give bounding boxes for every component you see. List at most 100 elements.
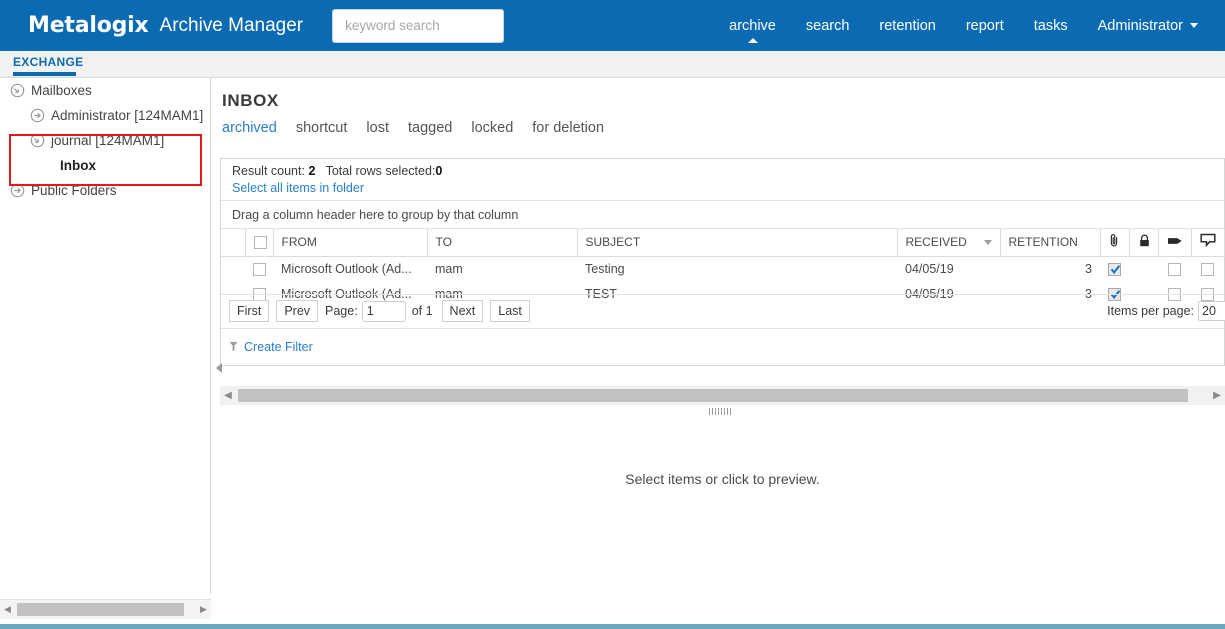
sidebar-scroll-thumb[interactable] bbox=[17, 603, 184, 616]
tab-locked[interactable]: locked bbox=[471, 120, 513, 136]
tab-for-deletion[interactable]: for deletion bbox=[532, 120, 604, 136]
col-subject[interactable]: SUBJECT bbox=[577, 229, 898, 257]
tab-exchange-underline bbox=[13, 72, 76, 76]
tab-archived[interactable]: archived bbox=[222, 120, 277, 136]
module-tabstrip: EXCHANGE bbox=[0, 51, 1225, 78]
brand-logo: Metalogix bbox=[28, 13, 149, 38]
scroll-right-icon[interactable]: ▶ bbox=[196, 604, 211, 615]
prev-page-button[interactable]: Prev bbox=[276, 300, 319, 322]
cell-retention: 3 bbox=[1000, 256, 1100, 281]
items-per-page-input[interactable] bbox=[1198, 301, 1225, 321]
main-content: INBOX archived shortcut lost tagged lock… bbox=[212, 78, 1225, 624]
select-all-items-link[interactable]: Select all items in folder bbox=[232, 181, 364, 195]
sidebar-horizontal-scrollbar[interactable]: ◀ ▶ bbox=[0, 599, 211, 619]
splitter-grip-handle[interactable] bbox=[709, 408, 731, 415]
col-retention[interactable]: RETENTION bbox=[1000, 229, 1101, 257]
table-row[interactable]: Microsoft Outlook (Ad... mam Testing 04/… bbox=[221, 256, 1224, 281]
first-page-button[interactable]: First bbox=[229, 300, 270, 322]
message-grid-panel: Result count: 2 Total rows selected:0 Se… bbox=[220, 158, 1225, 366]
tag-icon bbox=[1167, 237, 1182, 244]
col-to[interactable]: TO bbox=[427, 229, 578, 257]
tab-lost[interactable]: lost bbox=[366, 120, 389, 136]
tab-exchange[interactable]: EXCHANGE bbox=[13, 55, 83, 69]
items-per-page-group: Items per page: bbox=[1107, 301, 1225, 321]
result-count-label: Result count: bbox=[232, 164, 305, 178]
items-per-page-label: Items per page: bbox=[1107, 304, 1194, 318]
nav-label-archive: archive bbox=[729, 17, 776, 34]
cell-to: mam bbox=[427, 256, 577, 281]
nav-item-archive[interactable]: archive bbox=[714, 0, 791, 51]
preview-placeholder-text: Select items or click to preview. bbox=[625, 471, 820, 487]
row-checkbox[interactable] bbox=[253, 262, 266, 276]
grid-scroll-track[interactable] bbox=[236, 389, 1209, 402]
grid-header-row: FROM TO SUBJECT RECEIVED RETENTION bbox=[221, 229, 1225, 257]
page-number-input[interactable] bbox=[361, 300, 406, 322]
grid-horizontal-scrollbar[interactable]: ◀ ▶ bbox=[220, 386, 1225, 405]
sidebar-scroll-track[interactable] bbox=[15, 603, 196, 616]
sort-descending-icon[interactable] bbox=[983, 240, 992, 245]
col-locked[interactable] bbox=[1129, 229, 1159, 257]
col-received[interactable]: RECEIVED bbox=[897, 229, 1001, 257]
tab-tagged[interactable]: tagged bbox=[408, 120, 452, 136]
group-by-dropzone[interactable]: Drag a column header here to group by th… bbox=[221, 201, 1224, 229]
folder-view-tabs: archived shortcut lost tagged locked for… bbox=[222, 120, 623, 136]
scroll-right-icon[interactable]: ▶ bbox=[1209, 390, 1225, 401]
sidebar-item-mailboxes[interactable]: Mailboxes bbox=[0, 78, 210, 103]
nav-item-search[interactable]: search bbox=[791, 0, 865, 51]
col-select-all[interactable] bbox=[245, 229, 274, 257]
cell-subject: Testing bbox=[577, 256, 897, 281]
create-filter-link[interactable]: Create Filter bbox=[244, 340, 313, 354]
footer-accent-bar bbox=[0, 624, 1225, 629]
col-received-label: RECEIVED bbox=[905, 235, 967, 250]
search-container bbox=[332, 8, 505, 43]
cell-from: Microsoft Outlook (Ad... bbox=[273, 256, 427, 281]
next-page-button[interactable]: Next bbox=[441, 300, 484, 322]
sidebar-item-journal[interactable]: journal [124MAM1] bbox=[0, 128, 210, 153]
comment-icon bbox=[1199, 234, 1216, 248]
total-selected-value: 0 bbox=[435, 164, 443, 178]
checkbox-icon[interactable] bbox=[253, 236, 267, 250]
result-summary-bar: Result count: 2 Total rows selected:0 Se… bbox=[221, 159, 1224, 201]
sidebar-item-public-folders[interactable]: Public Folders bbox=[0, 178, 210, 203]
collapsed-arrow-icon bbox=[10, 183, 25, 198]
search-input[interactable] bbox=[332, 8, 505, 43]
tab-shortcut[interactable]: shortcut bbox=[296, 120, 348, 136]
attachment-checked-checkbox[interactable] bbox=[1108, 262, 1121, 276]
nav-label-retention: retention bbox=[879, 17, 936, 34]
nav-item-report[interactable]: report bbox=[951, 0, 1019, 51]
nav-item-tasks[interactable]: tasks bbox=[1019, 0, 1083, 51]
scroll-left-icon[interactable]: ◀ bbox=[0, 604, 15, 615]
cell-attachment[interactable] bbox=[1100, 256, 1129, 281]
lock-icon bbox=[1139, 234, 1149, 246]
page-label: Page: bbox=[325, 304, 358, 318]
app-title: Archive Manager bbox=[159, 14, 304, 36]
sidebar-item-inbox[interactable]: Inbox bbox=[0, 153, 210, 178]
pagination-bar: First Prev Page: of 1 Next Last Items pe… bbox=[221, 294, 1225, 327]
last-page-button[interactable]: Last bbox=[490, 300, 530, 322]
expanded-arrow-icon bbox=[10, 83, 25, 98]
col-comment[interactable] bbox=[1191, 229, 1225, 257]
row-select-cell[interactable] bbox=[245, 256, 273, 281]
tag-checkbox[interactable] bbox=[1168, 262, 1181, 276]
comment-checkbox[interactable] bbox=[1201, 262, 1214, 276]
row-spacer bbox=[221, 256, 245, 281]
cell-comment[interactable] bbox=[1191, 256, 1224, 281]
col-tag[interactable] bbox=[1158, 229, 1192, 257]
chevron-down-icon bbox=[1190, 23, 1198, 28]
cell-tag[interactable] bbox=[1158, 256, 1191, 281]
user-menu-label: Administrator bbox=[1097, 17, 1183, 34]
page-total-label: of 1 bbox=[411, 304, 433, 318]
sidebar-label-inbox: Inbox bbox=[60, 158, 96, 173]
col-from[interactable]: FROM bbox=[273, 229, 428, 257]
filter-bar: Create Filter bbox=[221, 328, 1224, 365]
panel-collapse-arrow-icon[interactable] bbox=[216, 363, 222, 373]
nav-item-retention[interactable]: retention bbox=[864, 0, 950, 51]
col-attachment[interactable] bbox=[1100, 229, 1130, 257]
scroll-left-icon[interactable]: ◀ bbox=[220, 390, 236, 401]
sidebar-label-administrator: Administrator [124MAM1] bbox=[51, 108, 204, 123]
result-summary-text: Result count: 2 Total rows selected:0 bbox=[232, 164, 1224, 178]
user-menu-administrator[interactable]: Administrator bbox=[1083, 0, 1213, 51]
page-title: INBOX bbox=[222, 91, 279, 110]
sidebar-item-administrator[interactable]: Administrator [124MAM1] bbox=[0, 103, 210, 128]
grid-scroll-thumb[interactable] bbox=[238, 389, 1188, 402]
